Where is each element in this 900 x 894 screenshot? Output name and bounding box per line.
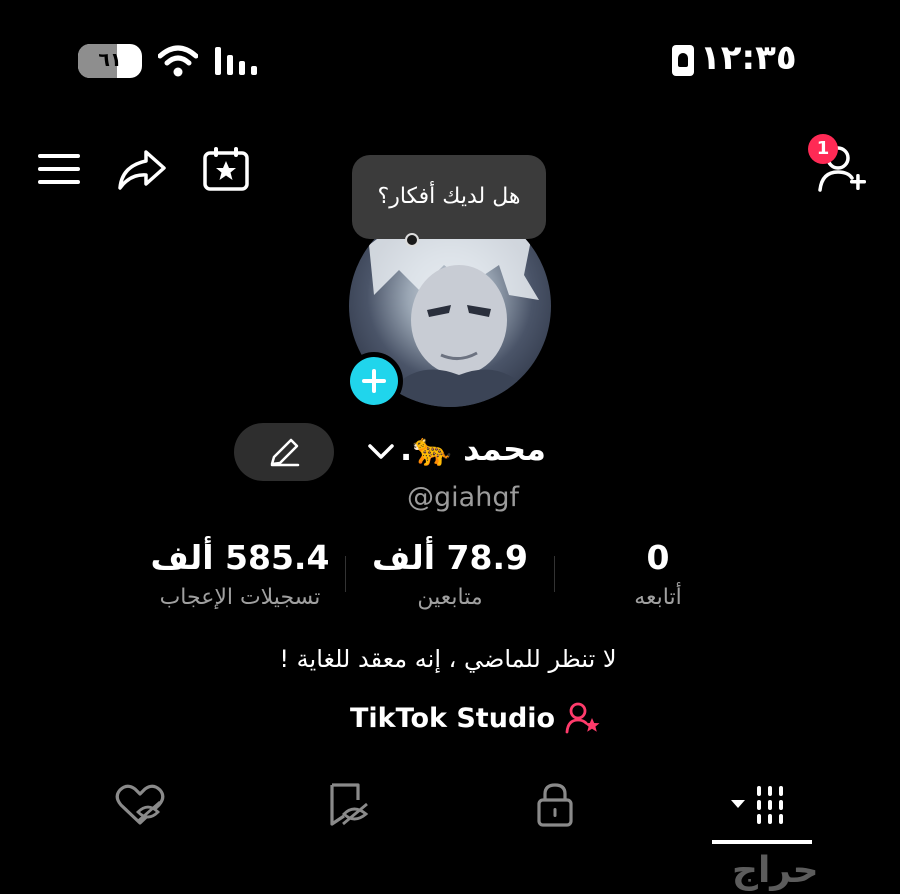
username: @giahgf — [407, 482, 519, 513]
tiktok-studio-link[interactable]: TikTok Studio — [350, 698, 601, 738]
username-row: @giahgf — [0, 482, 900, 513]
likes-count: 585.4 ألف — [150, 538, 330, 577]
sim-icon — [672, 45, 694, 76]
stat-following[interactable]: 0 أتابعه — [578, 538, 738, 610]
signal-icon — [215, 47, 257, 75]
notification-badge: 1 — [808, 134, 838, 164]
share-icon[interactable] — [116, 148, 168, 192]
stats-divider — [554, 556, 555, 592]
favorites-hidden-icon[interactable] — [320, 780, 380, 830]
stat-followers[interactable]: 78.9 ألف متابعين — [350, 538, 550, 610]
following-count: 0 — [646, 538, 670, 577]
followers-label: متابعين — [417, 585, 483, 610]
lock-icon[interactable] — [525, 780, 585, 830]
status-time: ١٢:٣٥ — [700, 38, 797, 78]
chevron-down-icon[interactable] — [366, 440, 396, 462]
selected-tab-indicator — [712, 840, 812, 844]
bio-row: لا تنظر للماضي ، إنه معقد للغاية ! — [0, 645, 900, 673]
plus-icon — [350, 357, 398, 405]
creator-star-icon — [565, 702, 600, 734]
videos-grid-icon[interactable] — [725, 780, 785, 830]
followers-count: 78.9 ألف — [372, 538, 528, 577]
avatar-dot — [405, 233, 419, 247]
likes-label: تسجيلات الإعجاب — [159, 585, 321, 610]
display-name[interactable]: محمد 🐆. — [400, 430, 546, 468]
studio-label: TikTok Studio — [350, 702, 556, 734]
stats-divider — [345, 556, 346, 592]
ideas-tooltip[interactable]: هل لديك أفكار؟ — [352, 155, 546, 239]
add-story-button[interactable] — [345, 352, 403, 410]
battery-icon: ٦١ — [78, 44, 142, 78]
wifi-icon — [158, 45, 198, 77]
edit-profile-button[interactable] — [234, 423, 334, 481]
profile-screen: ٦١ ١٢:٣٥ 1 هل لديك أفكار؟ محمد 🐆. @giahg… — [0, 0, 900, 894]
calendar-star-icon[interactable] — [202, 146, 250, 192]
battery-level: ٦١ — [98, 49, 122, 71]
following-label: أتابعه — [634, 585, 682, 610]
bio-text: لا تنظر للماضي ، إنه معقد للغاية ! — [279, 645, 617, 673]
pencil-icon — [270, 438, 300, 467]
stat-likes[interactable]: 585.4 ألف تسجيلات الإعجاب — [140, 538, 340, 610]
menu-icon[interactable] — [38, 150, 80, 188]
liked-hidden-icon[interactable] — [110, 780, 170, 830]
haraj-watermark: حراج — [732, 850, 819, 891]
